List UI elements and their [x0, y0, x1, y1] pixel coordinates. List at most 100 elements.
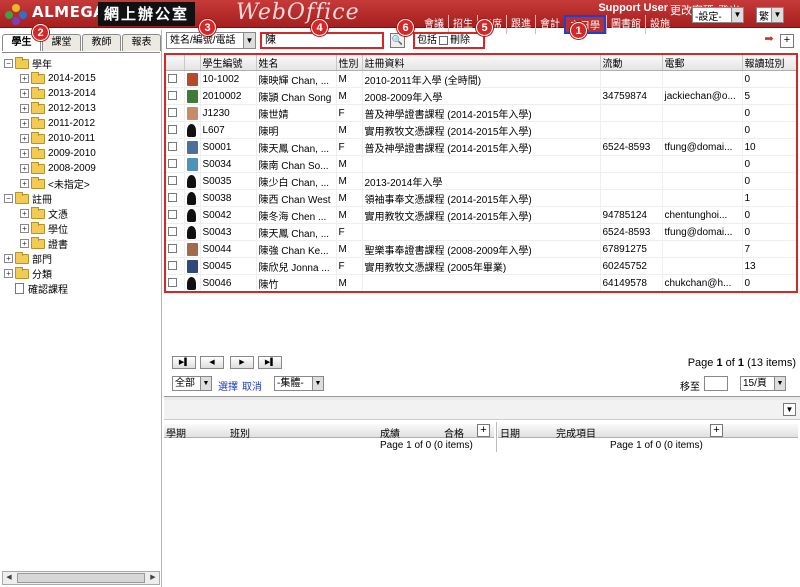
- export-icon[interactable]: ➡: [762, 34, 776, 48]
- expand-toggle-icon[interactable]: +: [20, 239, 29, 248]
- settings-select[interactable]: -設定- ▼: [692, 7, 744, 23]
- col-header-mobile[interactable]: 流動: [600, 55, 663, 71]
- table-row[interactable]: J1230 陳世婧 F 普及神學證書課程 (2014-2015年入學) 0: [166, 104, 796, 122]
- expand-toggle-icon[interactable]: +: [20, 149, 29, 158]
- table-row[interactable]: S0045 陳欣兒 Jonna ... F 實用教牧文憑課程 (2005年畢業) 602…: [166, 257, 796, 275]
- table-row[interactable]: S0038 陳西 Chan West M 領袖事奉文憑課程 (2014-2015年入學…: [166, 189, 796, 207]
- col-header-date[interactable]: 日期: [500, 425, 520, 440]
- col-header-student-id[interactable]: 學生編號: [200, 55, 257, 71]
- table-row[interactable]: S0042 陳冬海 Chen ... M 實用教牧文憑課程 (2014-2015年入學…: [166, 206, 796, 224]
- col-header-classes[interactable]: 報讀班別: [742, 55, 796, 71]
- language-select[interactable]: 繁 ▼: [756, 7, 784, 23]
- group-select[interactable]: -集體- ▼: [274, 376, 324, 391]
- tree-node[interactable]: +2009-2010: [2, 146, 160, 161]
- expand-toggle-icon[interactable]: −: [4, 194, 13, 203]
- row-checkbox[interactable]: [168, 108, 177, 118]
- tree-node[interactable]: + 分類: [2, 266, 160, 281]
- select-all-link[interactable]: 選擇: [218, 378, 238, 393]
- panel-menu-button[interactable]: ▼: [783, 403, 796, 416]
- table-row[interactable]: 2010002 陳頴 Chan Song M 2008-2009年入學 34759874…: [166, 87, 796, 105]
- row-checkbox[interactable]: [168, 74, 177, 84]
- col-header-registration[interactable]: 註冊資料: [362, 55, 601, 71]
- col-header-select[interactable]: [166, 55, 185, 71]
- table-row[interactable]: S0001 陳天鳳 Chan, ... F 普及神學證書課程 (2014-2015年入…: [166, 138, 796, 156]
- add-student-button[interactable]: +: [780, 34, 794, 48]
- tree-node[interactable]: 確認課程: [2, 281, 160, 296]
- expand-toggle-icon[interactable]: +: [20, 89, 29, 98]
- row-checkbox-cell[interactable]: [166, 104, 185, 122]
- row-checkbox[interactable]: [168, 261, 177, 271]
- tab-teachers[interactable]: 教師: [82, 34, 121, 51]
- tree-node[interactable]: + 文憑: [2, 206, 160, 221]
- goto-page-input[interactable]: [704, 376, 728, 391]
- expand-toggle-icon[interactable]: +: [4, 254, 13, 263]
- prev-page-button[interactable]: ◀: [200, 356, 224, 369]
- row-checkbox-cell[interactable]: [166, 70, 185, 88]
- tree-node[interactable]: − 註冊: [2, 191, 160, 206]
- table-row[interactable]: S0044 陳強 Chan Ke... M 聖樂事奉證書課程 (2008-2009年入…: [166, 240, 796, 258]
- row-checkbox[interactable]: [168, 210, 177, 220]
- include-deleted-checkbox[interactable]: [439, 36, 448, 45]
- row-checkbox[interactable]: [168, 142, 177, 152]
- sidebar-scrollbar[interactable]: ◀ ▶: [2, 571, 160, 585]
- add-result-button[interactable]: +: [477, 424, 490, 437]
- expand-toggle-icon[interactable]: +: [20, 74, 29, 83]
- row-checkbox[interactable]: [168, 125, 177, 135]
- table-row[interactable]: L607 陳明 M 實用教牧文憑課程 (2014-2015年入學) 0: [166, 121, 796, 139]
- col-header-email[interactable]: 電郵: [662, 55, 743, 71]
- row-checkbox[interactable]: [168, 244, 177, 254]
- expand-toggle-icon[interactable]: +: [20, 104, 29, 113]
- row-checkbox-cell[interactable]: [166, 206, 185, 224]
- row-checkbox-cell[interactable]: [166, 189, 185, 207]
- tree-node[interactable]: +2008-2009: [2, 161, 160, 176]
- tree-node[interactable]: +2013-2014: [2, 86, 160, 101]
- cancel-selection-link[interactable]: 取消: [242, 378, 262, 393]
- row-checkbox[interactable]: [168, 193, 177, 203]
- expand-toggle-icon[interactable]: −: [4, 59, 13, 68]
- row-checkbox-cell[interactable]: [166, 121, 185, 139]
- first-page-button[interactable]: ▶▌: [172, 356, 196, 369]
- last-page-button[interactable]: ▶▌: [258, 356, 282, 369]
- scroll-right-icon[interactable]: ▶: [147, 572, 159, 584]
- add-completion-button[interactable]: +: [710, 424, 723, 437]
- row-checkbox-cell[interactable]: [166, 172, 185, 190]
- table-row[interactable]: S0034 陳南 Chan So... M 0: [166, 155, 796, 173]
- row-checkbox-cell[interactable]: [166, 240, 185, 258]
- row-checkbox[interactable]: [168, 227, 177, 237]
- row-checkbox-cell[interactable]: [166, 155, 185, 173]
- col-header-pass[interactable]: 合格: [444, 425, 464, 440]
- expand-toggle-icon[interactable]: +: [20, 209, 29, 218]
- row-checkbox-cell[interactable]: [166, 138, 185, 156]
- row-checkbox[interactable]: [168, 176, 177, 186]
- row-checkbox[interactable]: [168, 278, 177, 288]
- col-header-class[interactable]: 班別: [230, 425, 250, 440]
- expand-toggle-icon[interactable]: +: [20, 134, 29, 143]
- tree-node[interactable]: +2010-2011: [2, 131, 160, 146]
- next-page-button[interactable]: ▶: [230, 356, 254, 369]
- row-checkbox-cell[interactable]: [166, 257, 185, 275]
- tree-node[interactable]: +2011-2012: [2, 116, 160, 131]
- scope-select[interactable]: 全部 ▼: [172, 376, 212, 391]
- col-header-term[interactable]: 學期: [166, 425, 186, 440]
- expand-toggle-icon[interactable]: +: [20, 164, 29, 173]
- scroll-left-icon[interactable]: ◀: [3, 572, 15, 584]
- col-header-sex[interactable]: 性別: [336, 55, 363, 71]
- tree-node[interactable]: + 部門: [2, 251, 160, 266]
- row-checkbox-cell[interactable]: [166, 87, 185, 105]
- table-row[interactable]: S0046 陳竹 M 64149578 chukchan@h... 0: [166, 274, 796, 291]
- tab-reports[interactable]: 報表: [122, 34, 161, 51]
- expand-toggle-icon[interactable]: +: [20, 179, 29, 188]
- tree-node[interactable]: + <未指定>: [2, 176, 160, 191]
- expand-toggle-icon[interactable]: +: [4, 269, 13, 278]
- expand-toggle-icon[interactable]: +: [20, 119, 29, 128]
- tree-node[interactable]: − 學年: [2, 56, 160, 71]
- per-page-select[interactable]: 15/頁 ▼: [740, 376, 786, 391]
- row-checkbox-cell[interactable]: [166, 223, 185, 241]
- tree-node[interactable]: +2012-2013: [2, 101, 160, 116]
- row-checkbox-cell[interactable]: [166, 274, 185, 291]
- expand-toggle-icon[interactable]: +: [20, 224, 29, 233]
- col-header-completed-item[interactable]: 完成項目: [556, 425, 596, 440]
- table-row[interactable]: 10-1002 陳映輝 Chan, ... M 2010-2011年入學 (全時間) 0: [166, 70, 796, 88]
- tree-node[interactable]: + 證書: [2, 236, 160, 251]
- col-header-grade[interactable]: 成績: [380, 425, 400, 440]
